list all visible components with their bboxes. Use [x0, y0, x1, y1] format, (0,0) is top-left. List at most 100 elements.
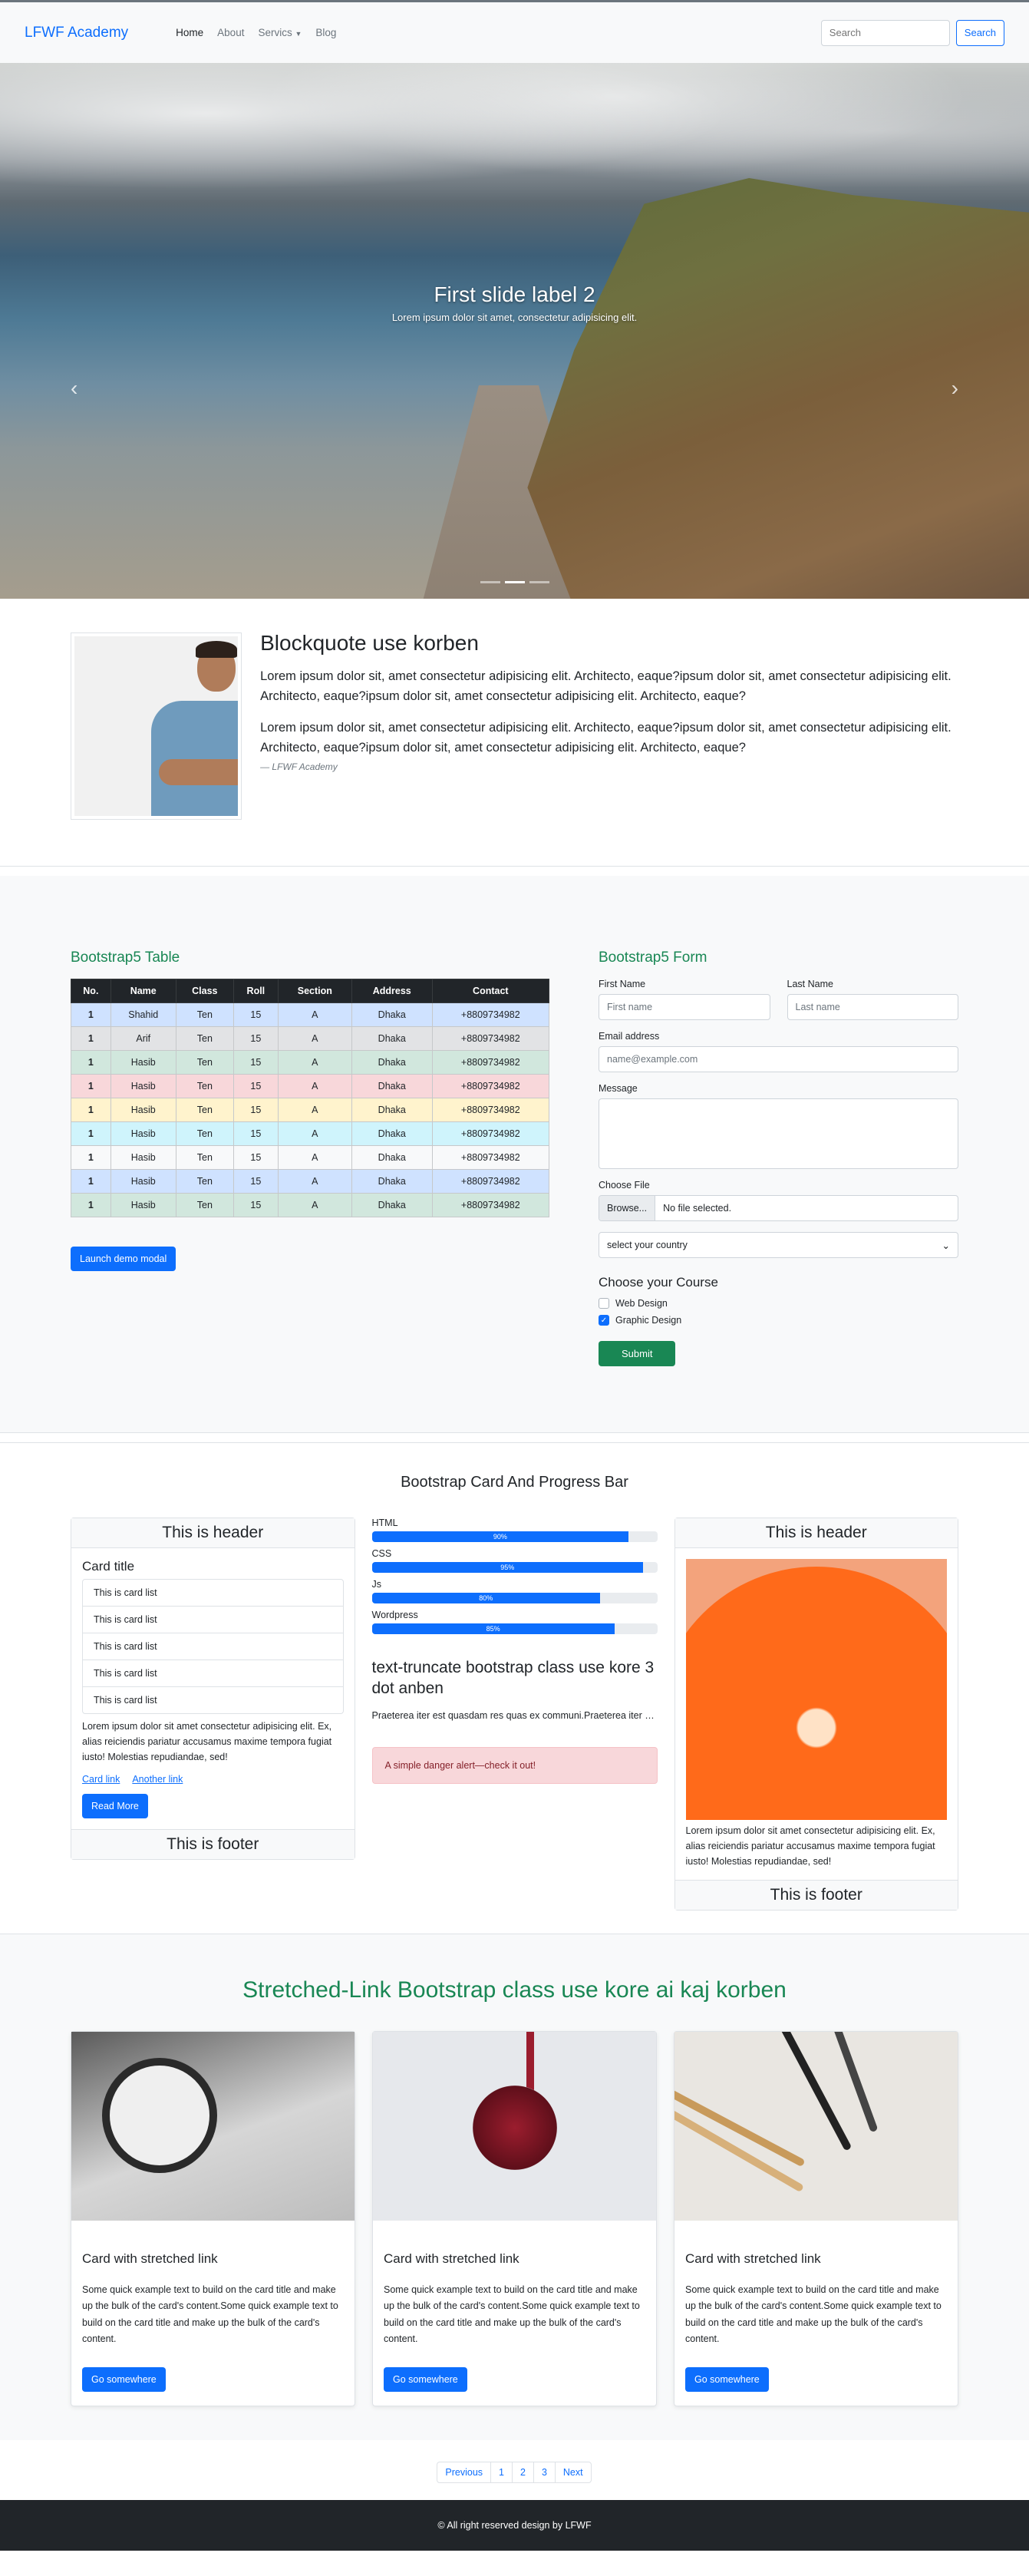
- table-cell: +8809734982: [431, 1169, 550, 1194]
- table-row: 1 Arif Ten 15 A Dhaka +8809734982: [71, 1026, 550, 1051]
- blockquote-title: Blockquote use korben: [260, 631, 479, 655]
- table-cell: A: [277, 1026, 352, 1051]
- table-header-cell: Address: [351, 979, 433, 1003]
- wine-glass: [473, 2086, 557, 2170]
- nav-dropdown-services[interactable]: Servics ▼: [258, 27, 302, 38]
- last-name-input[interactable]: Last name: [787, 994, 958, 1020]
- message-textarea[interactable]: [599, 1098, 958, 1169]
- table-cell: 1: [71, 1169, 111, 1194]
- carousel-caption: First slide label 2 Lorem ipsum dolor si…: [0, 282, 1029, 323]
- progress-fill: 90%: [371, 1531, 629, 1542]
- table-title: Bootstrap5 Table: [71, 949, 180, 966]
- course-label: Web Design: [615, 1298, 668, 1309]
- carousel-indicator-2[interactable]: [504, 581, 525, 583]
- list-item: This is card list: [83, 1660, 343, 1687]
- clock-face: [102, 2058, 217, 2173]
- carousel-next-icon[interactable]: ›: [951, 376, 958, 401]
- stretched-card-pens[interactable]: Card with stretched link Some quick exam…: [674, 2031, 958, 2406]
- progress-track: 80%: [371, 1593, 658, 1603]
- checkbox-icon[interactable]: [599, 1298, 609, 1309]
- nav-link-blog[interactable]: Blog: [315, 27, 336, 38]
- truncate-title: text-truncate bootstrap class use kore 3…: [371, 1659, 655, 1698]
- course-label: Graphic Design: [615, 1315, 682, 1326]
- card-body: Card with stretched link Some quick exam…: [674, 2221, 958, 2406]
- table-cell: A: [277, 1169, 352, 1194]
- table-cell: +8809734982: [431, 1026, 550, 1051]
- table-cell: A: [277, 1050, 352, 1075]
- table-cell: 1: [71, 1002, 111, 1027]
- page-previous[interactable]: Previous: [437, 2462, 492, 2483]
- read-more-button[interactable]: Read More: [82, 1794, 148, 1818]
- table-cell: Ten: [175, 1074, 234, 1098]
- table-row: 1 Hasib Ten 15 A Dhaka +8809734982: [71, 1098, 550, 1122]
- table-cell: Ten: [175, 1145, 234, 1170]
- table-cell: Dhaka: [351, 1098, 433, 1122]
- table-cell: A: [277, 1074, 352, 1098]
- table-cell: +8809734982: [431, 1121, 550, 1146]
- portrait-torso: [151, 701, 239, 816]
- message-label: Message: [599, 1083, 638, 1094]
- table-cell: +8809734982: [431, 1193, 550, 1217]
- list-item: This is card list: [83, 1580, 343, 1607]
- table-cell: 15: [233, 1098, 279, 1122]
- danger-alert: A simple danger alert—check it out!: [371, 1746, 658, 1784]
- pagination: Previous 1 2 3 Next: [0, 2440, 1029, 2500]
- carousel-title: First slide label 2: [434, 282, 595, 306]
- table-cell: Hasib: [110, 1098, 176, 1122]
- page-3[interactable]: 3: [533, 2462, 556, 2483]
- country-select[interactable]: select your country ⌄: [599, 1232, 958, 1258]
- form-title: Bootstrap5 Form: [599, 949, 707, 966]
- browse-button[interactable]: Browse...: [599, 1196, 656, 1220]
- table-cell: 1: [71, 1050, 111, 1075]
- table-cell: 15: [233, 1002, 279, 1027]
- email-input[interactable]: name@example.com: [599, 1046, 958, 1072]
- table-header-cell: Roll: [233, 979, 279, 1003]
- table-cell: 1: [71, 1026, 111, 1051]
- table-cell: A: [277, 1002, 352, 1027]
- progress-label: Wordpress: [371, 1610, 418, 1620]
- go-somewhere-button[interactable]: Go somewhere: [685, 2367, 769, 2392]
- profile-image: [71, 632, 242, 820]
- card-body: Lorem ipsum dolor sit amet consectetur a…: [675, 1548, 958, 1880]
- search-button[interactable]: Search: [955, 19, 1004, 46]
- card-link[interactable]: Card link: [82, 1774, 120, 1785]
- table-form-section: Bootstrap5 Table No. Name Class Roll Section…: [0, 876, 1029, 1433]
- search-input[interactable]: [820, 19, 950, 46]
- portrait-hair: [196, 641, 237, 658]
- nav-link-about[interactable]: About: [217, 27, 244, 38]
- table-cell: Dhaka: [351, 1026, 433, 1051]
- table-cell: 15: [233, 1121, 279, 1146]
- table-cell: Hasib: [110, 1145, 176, 1170]
- page-next[interactable]: Next: [554, 2462, 592, 2483]
- launch-modal-button[interactable]: Launch demo modal: [71, 1247, 176, 1271]
- carousel-indicator-3[interactable]: [529, 581, 549, 583]
- carousel-text: Lorem ipsum dolor sit amet, consectetur …: [391, 312, 638, 323]
- go-somewhere-button[interactable]: Go somewhere: [82, 2367, 166, 2392]
- file-input[interactable]: Browse... No file selected.: [599, 1195, 958, 1221]
- last-name-label: Last Name: [787, 979, 833, 989]
- card-header: This is header: [674, 1518, 958, 1548]
- first-name-input[interactable]: First name: [599, 994, 770, 1020]
- nav-link-home[interactable]: Home: [176, 27, 203, 38]
- page-2[interactable]: 2: [511, 2462, 534, 2483]
- table-header-cell: No.: [71, 979, 111, 1003]
- submit-button[interactable]: Submit: [599, 1341, 676, 1366]
- page-1[interactable]: 1: [490, 2462, 513, 2483]
- stretched-card-clock[interactable]: Card with stretched link Some quick exam…: [71, 2031, 355, 2406]
- table-cell: +8809734982: [431, 1050, 550, 1075]
- table-cell: 15: [233, 1169, 279, 1194]
- course-checkbox-web-design[interactable]: Web Design: [599, 1298, 958, 1309]
- table-row: 1 Hasib Ten 15 A Dhaka +8809734982: [71, 1074, 550, 1098]
- table-cell: Hasib: [110, 1050, 176, 1075]
- brand-logo[interactable]: LFWF Academy: [25, 25, 128, 41]
- table-cell: 15: [233, 1145, 279, 1170]
- table-cell: Dhaka: [351, 1074, 433, 1098]
- stretched-card-wine[interactable]: Card with stretched link Some quick exam…: [372, 2031, 657, 2406]
- course-checkbox-graphic-design[interactable]: ✓ Graphic Design: [599, 1315, 958, 1326]
- checkbox-checked-icon[interactable]: ✓: [599, 1315, 609, 1326]
- another-link[interactable]: Another link: [132, 1774, 183, 1785]
- table-cell: Dhaka: [351, 1145, 433, 1170]
- go-somewhere-button[interactable]: Go somewhere: [384, 2367, 467, 2392]
- carousel-indicator-1[interactable]: [480, 581, 500, 583]
- carousel-prev-icon[interactable]: ‹: [71, 376, 78, 401]
